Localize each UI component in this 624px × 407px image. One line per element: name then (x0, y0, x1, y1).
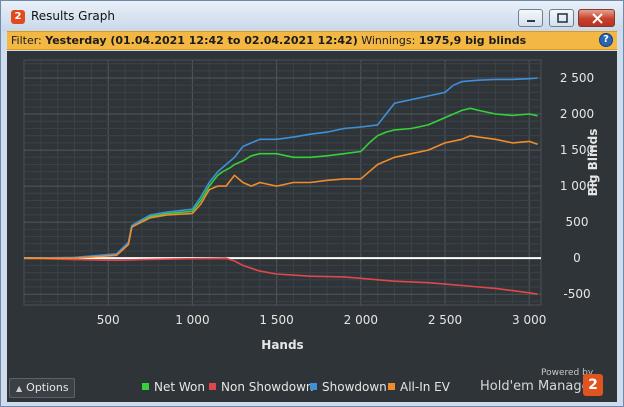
legend-item-non-showdown[interactable]: Non Showdown (209, 380, 314, 394)
window-title: Results Graph (31, 9, 115, 23)
legend-swatch (142, 383, 149, 390)
results-chart: 500 1 000 1 500 2 000 2 500 3 000 2 500 2 000 1… (7, 51, 617, 402)
maximize-icon (557, 13, 568, 23)
legend-label: All-In EV (400, 380, 450, 394)
legend-label: Showdown (322, 380, 387, 394)
winnings-value: 1975,9 big blinds (418, 34, 527, 47)
options-button[interactable]: ▲ Options (9, 378, 75, 398)
y-tick-label: -500 (563, 287, 590, 301)
legend-label: Net Won (154, 380, 205, 394)
close-icon (592, 13, 603, 24)
series-line-2 (23, 77, 538, 259)
winnings-label: Winnings: (361, 34, 416, 47)
legend-swatch (310, 383, 317, 390)
brand-name: Hold'em Manager (480, 379, 595, 394)
x-axis-ticks: 500 1 000 1 500 2 000 2 500 3 000 (97, 313, 547, 327)
app-logo-icon: 2 (11, 10, 25, 24)
chart-svg: 500 1 000 1 500 2 000 2 500 3 000 2 500 2 000 1… (23, 59, 600, 352)
chevron-up-icon: ▲ (16, 384, 23, 393)
legend-item-showdown[interactable]: Showdown (310, 380, 387, 394)
y-axis-label: Big Blinds (586, 129, 600, 197)
filter-value: Yesterday (01.04.2021 12:42 to 02.04.202… (45, 34, 358, 47)
x-tick-label: 500 (97, 313, 120, 327)
x-axis-label: Hands (261, 338, 303, 352)
x-tick-label: 2 000 (344, 313, 378, 327)
legend-item-all-in-ev[interactable]: All-In EV (388, 380, 450, 394)
y-tick-label: 500 (566, 215, 589, 229)
legend-swatch (209, 383, 216, 390)
legend-item-net-won[interactable]: Net Won (142, 380, 205, 394)
filter-bar: Filter: Yesterday (01.04.2021 12:42 to 0… (7, 31, 617, 50)
chart-grid (23, 59, 542, 306)
results-graph-window: 2 Results Graph Filter: Yesterday (01.04… (0, 0, 624, 407)
options-label: Options (26, 381, 69, 394)
minimize-icon (527, 20, 535, 22)
plot-frame (23, 59, 542, 306)
y-tick-label: 2 000 (560, 107, 594, 121)
y-tick-label: 0 (573, 251, 581, 265)
x-tick-label: 1 500 (259, 313, 293, 327)
legend-label: Non Showdown (221, 380, 314, 394)
series-line-1 (23, 257, 538, 295)
y-tick-label: 2 500 (560, 71, 594, 85)
x-tick-label: 2 500 (428, 313, 462, 327)
series-line-0 (24, 107, 538, 259)
legend-swatch (388, 383, 395, 390)
close-button[interactable] (578, 9, 615, 27)
filter-label: Filter: (11, 34, 42, 47)
maximize-button[interactable] (549, 9, 574, 27)
holdem-manager-logo-icon: 2 (583, 374, 603, 396)
x-tick-label: 1 000 (175, 313, 209, 327)
minimize-button[interactable] (518, 9, 543, 27)
title-bar[interactable]: 2 Results Graph (1, 1, 623, 31)
help-icon[interactable]: ? (599, 33, 613, 47)
x-tick-label: 3 000 (512, 313, 546, 327)
